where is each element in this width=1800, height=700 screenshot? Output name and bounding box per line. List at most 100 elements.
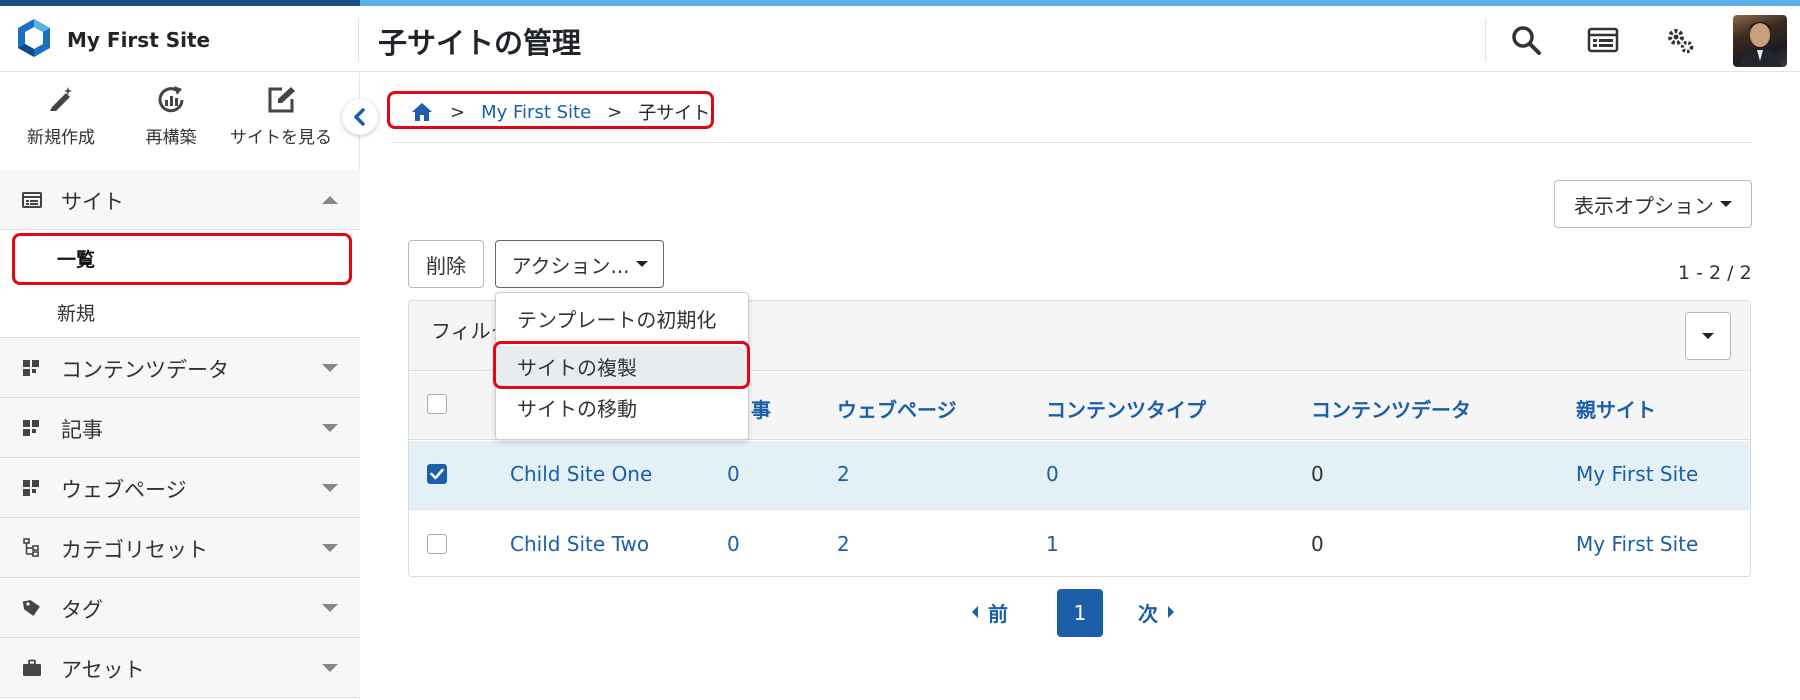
pencil-sparkle-icon (6, 83, 116, 117)
delete-button[interactable]: 削除 (408, 240, 484, 288)
sidebar: 新規作成 再構築 サイトを見る サイト 一覧 新規 コンテンツデータ 記事 ウェ… (0, 73, 378, 700)
pages-count-link[interactable]: 2 (837, 462, 850, 486)
header-divider (1485, 18, 1486, 62)
column-header-parent-site[interactable]: 親サイト (1576, 394, 1656, 423)
table-row[interactable]: Child Site Two 0 2 1 0 My First Site (409, 511, 1750, 576)
content-types-count-link[interactable]: 0 (1046, 462, 1059, 486)
parent-site-link[interactable]: My First Site (1576, 462, 1698, 486)
pagination-prev[interactable]: 前 (972, 588, 1008, 636)
row-checkbox[interactable] (427, 534, 447, 554)
breadcrumb-parent-link[interactable]: My First Site (481, 102, 591, 123)
sidebar-subitem-new[interactable]: 新規 (0, 284, 360, 338)
sidebar-item-label: サイト (61, 190, 124, 214)
check-icon (430, 468, 444, 480)
chevron-down-icon (322, 364, 338, 372)
site-logo-icon[interactable] (12, 16, 56, 60)
sidebar-item-entries[interactable]: 記事 (0, 398, 360, 458)
rebuild-label: 再構築 (145, 128, 197, 148)
site-name-link[interactable]: Child Site Two (510, 532, 649, 556)
collapse-sidebar-button[interactable] (342, 99, 378, 135)
external-edit-icon (226, 83, 336, 117)
result-count: 1 - 2 / 2 (1678, 262, 1752, 284)
sidebar-subitem-list[interactable]: 一覧 (0, 230, 360, 284)
sidebar-item-content-data[interactable]: コンテンツデータ (0, 338, 360, 398)
page-title: 子サイトの管理 (378, 26, 582, 60)
actions-dropdown-menu: テンプレートの初期化 サイトの複製 サイトの移動 (495, 292, 749, 440)
display-options-label: 表示オプション (1574, 193, 1714, 218)
chevron-up-icon (322, 196, 338, 204)
breadcrumb-divider (392, 142, 1752, 143)
app-header: My First Site 子サイトの管理 (0, 6, 1800, 72)
menu-item-refresh-templates[interactable]: テンプレートの初期化 (496, 298, 748, 338)
user-avatar[interactable] (1733, 15, 1787, 67)
header-divider (358, 18, 359, 62)
content-types-count-link[interactable]: 1 (1046, 532, 1059, 556)
rebuild-button[interactable]: 再構築 (116, 83, 226, 148)
column-header-content-data[interactable]: コンテンツデータ (1311, 394, 1471, 423)
chevron-down-icon (322, 484, 338, 492)
entries-icon (23, 420, 39, 436)
chevron-down-icon (322, 664, 338, 672)
display-options-button[interactable]: 表示オプション (1554, 180, 1752, 228)
home-icon[interactable] (410, 100, 434, 124)
prev-label: 前 (988, 601, 1008, 626)
sidebar-menu: サイト 一覧 新規 コンテンツデータ 記事 ウェブページ カテゴリセット タグ … (0, 170, 360, 698)
next-label: 次 (1138, 601, 1158, 626)
row-checkbox[interactable] (427, 464, 447, 484)
filter-toggle-button[interactable] (1685, 312, 1731, 360)
sidebar-item-label: 記事 (61, 418, 103, 442)
site-name-link[interactable]: Child Site One (510, 462, 652, 486)
entries-count-link[interactable]: 0 (727, 462, 740, 486)
column-header-content-types[interactable]: コンテンツタイプ (1046, 394, 1206, 423)
sidebar-item-assets[interactable]: アセット (0, 638, 360, 698)
parent-site-link[interactable]: My First Site (1576, 532, 1698, 556)
sidebar-item-label: ウェブページ (61, 478, 187, 502)
breadcrumb: > My First Site > 子サイト (392, 95, 710, 129)
site-list-icon (22, 192, 42, 208)
sidebar-item-pages[interactable]: ウェブページ (0, 458, 360, 518)
view-site-label: サイトを見る (230, 128, 332, 148)
select-all-checkbox[interactable] (427, 394, 447, 414)
breadcrumb-separator: > (450, 101, 466, 123)
breadcrumb-separator: > (607, 101, 623, 123)
sidebar-subitem-label: 新規 (57, 303, 96, 325)
gears-icon[interactable] (1662, 22, 1698, 58)
entries-count-link[interactable]: 0 (727, 532, 740, 556)
pages-count-link[interactable]: 2 (837, 532, 850, 556)
pagination-next[interactable]: 次 (1138, 588, 1174, 636)
briefcase-icon (23, 659, 41, 676)
new-button[interactable]: 新規作成 (6, 83, 116, 148)
menu-item-clone-site[interactable]: サイトの複製 (496, 346, 748, 386)
list-icon[interactable] (1585, 22, 1621, 58)
column-header-entries[interactable]: 事 (751, 394, 771, 423)
delete-label: 削除 (426, 253, 466, 278)
site-name[interactable]: My First Site (67, 28, 210, 52)
sidebar-item-label: コンテンツデータ (61, 358, 229, 382)
actions-dropdown-button[interactable]: アクション... (495, 240, 664, 288)
breadcrumb-current: 子サイト (638, 103, 711, 124)
content-data-count: 0 (1311, 532, 1324, 556)
caret-right-icon (1168, 606, 1174, 618)
pagination-page-1[interactable]: 1 (1057, 589, 1103, 637)
search-icon[interactable] (1508, 22, 1544, 58)
category-tree-icon (23, 538, 39, 557)
column-header-pages[interactable]: ウェブページ (837, 394, 957, 423)
table-row[interactable]: Child Site One 0 2 0 0 My First Site (409, 441, 1750, 510)
chevron-down-icon (322, 604, 338, 612)
caret-down-icon (1720, 201, 1732, 207)
menu-item-move-site[interactable]: サイトの移動 (496, 387, 748, 427)
actions-label: アクション... (511, 253, 630, 278)
new-label: 新規作成 (27, 128, 95, 148)
rebuild-icon (116, 83, 226, 117)
view-site-button[interactable]: サイトを見る (226, 83, 336, 148)
sidebar-item-category-sets[interactable]: カテゴリセット (0, 518, 360, 578)
caret-down-icon (635, 261, 648, 267)
sidebar-item-tags[interactable]: タグ (0, 578, 360, 638)
sidebar-item-site[interactable]: サイト (0, 170, 360, 230)
pages-icon (23, 480, 39, 496)
chevron-down-icon (322, 544, 338, 552)
caret-left-icon (972, 606, 978, 618)
chevron-left-icon (354, 108, 365, 126)
sidebar-item-label: カテゴリセット (61, 538, 208, 562)
content-data-count: 0 (1311, 462, 1324, 486)
